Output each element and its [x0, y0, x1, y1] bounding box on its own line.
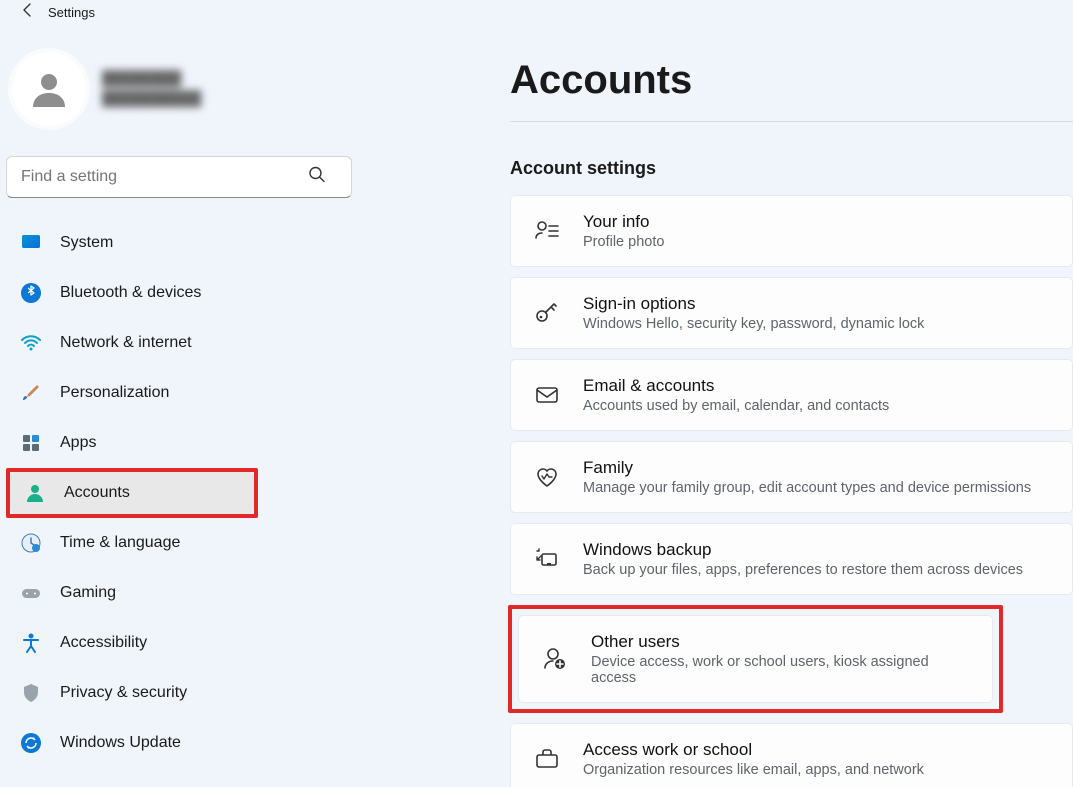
card-access-work-school[interactable]: Access work or school Organization resou… [510, 723, 1073, 787]
nav-item-privacy[interactable]: Privacy & security [6, 668, 354, 718]
user-block[interactable]: ████████ ██████████ [6, 46, 354, 132]
card-title: Windows backup [583, 540, 1023, 560]
card-title: Your info [583, 212, 664, 232]
main-content: Accounts Account settings Your info Prof… [360, 24, 1073, 787]
nav-label: System [60, 234, 113, 252]
nav-item-update[interactable]: Windows Update [6, 718, 354, 768]
apps-icon [20, 432, 42, 454]
divider [510, 121, 1073, 122]
nav-label: Bluetooth & devices [60, 284, 201, 302]
nav-label: Privacy & security [60, 684, 187, 702]
person-icon [24, 482, 46, 504]
card-your-info[interactable]: Your info Profile photo [510, 195, 1073, 267]
card-windows-backup[interactable]: Windows backup Back up your files, apps,… [510, 523, 1073, 595]
search [6, 156, 348, 198]
search-input[interactable] [6, 156, 352, 198]
update-icon [20, 732, 42, 754]
nav-label: Accessibility [60, 634, 147, 652]
nav-label: Network & internet [60, 334, 192, 352]
heart-icon [533, 463, 561, 491]
display-icon [20, 232, 42, 254]
mail-icon [533, 381, 561, 409]
bluetooth-icon [20, 282, 42, 304]
card-info-icon [533, 217, 561, 245]
card-signin-options[interactable]: Sign-in options Windows Hello, security … [510, 277, 1073, 349]
nav-item-personalization[interactable]: Personalization [6, 368, 354, 418]
nav-item-apps[interactable]: Apps [6, 418, 354, 468]
section-title: Account settings [510, 158, 1073, 179]
card-family[interactable]: Family Manage your family group, edit ac… [510, 441, 1073, 513]
card-title: Email & accounts [583, 376, 889, 396]
card-subtitle: Device access, work or school users, kio… [591, 654, 970, 686]
shield-icon [20, 682, 42, 704]
highlight-other-users: Other users Device access, work or schoo… [508, 605, 1003, 713]
sidebar: ████████ ██████████ System Bluetooth & [0, 24, 360, 787]
add-user-icon [541, 645, 569, 673]
backup-icon [533, 545, 561, 573]
card-title: Sign-in options [583, 294, 924, 314]
nav-item-bluetooth[interactable]: Bluetooth & devices [6, 268, 354, 318]
app-title: Settings [48, 5, 95, 20]
gamepad-icon [20, 582, 42, 604]
highlight-accounts: Accounts [6, 468, 258, 518]
nav-item-gaming[interactable]: Gaming [6, 568, 354, 618]
titlebar: Settings [0, 0, 1073, 24]
nav-label: Accounts [64, 484, 130, 502]
avatar [12, 52, 86, 126]
card-title: Other users [591, 632, 970, 652]
nav-item-system[interactable]: System [6, 218, 354, 268]
accessibility-icon [20, 632, 42, 654]
card-other-users[interactable]: Other users Device access, work or schoo… [518, 615, 993, 703]
card-email-accounts[interactable]: Email & accounts Accounts used by email,… [510, 359, 1073, 431]
page-title: Accounts [510, 58, 1073, 103]
card-subtitle: Profile photo [583, 234, 664, 250]
card-subtitle: Windows Hello, security key, password, d… [583, 316, 924, 332]
card-title: Family [583, 458, 1031, 478]
briefcase-icon [533, 745, 561, 773]
back-button[interactable] [20, 2, 36, 23]
nav-item-accessibility[interactable]: Accessibility [6, 618, 354, 668]
nav-label: Personalization [60, 384, 169, 402]
nav-label: Time & language [60, 534, 180, 552]
card-subtitle: Back up your files, apps, preferences to… [583, 562, 1023, 578]
card-subtitle: Manage your family group, edit account t… [583, 480, 1031, 496]
nav-item-time[interactable]: Time & language [6, 518, 354, 568]
user-name: ████████ ██████████ [102, 69, 201, 108]
card-subtitle: Accounts used by email, calendar, and co… [583, 398, 889, 414]
key-icon [533, 299, 561, 327]
nav-label: Windows Update [60, 734, 181, 752]
card-title: Access work or school [583, 740, 924, 760]
clock-icon [20, 532, 42, 554]
card-subtitle: Organization resources like email, apps,… [583, 762, 924, 778]
nav-label: Apps [60, 434, 96, 452]
nav-label: Gaming [60, 584, 116, 602]
wifi-icon [20, 332, 42, 354]
nav-list: System Bluetooth & devices Network & int… [6, 218, 354, 768]
brush-icon [20, 382, 42, 404]
nav-item-network[interactable]: Network & internet [6, 318, 354, 368]
nav-item-accounts[interactable]: Accounts [10, 472, 254, 514]
